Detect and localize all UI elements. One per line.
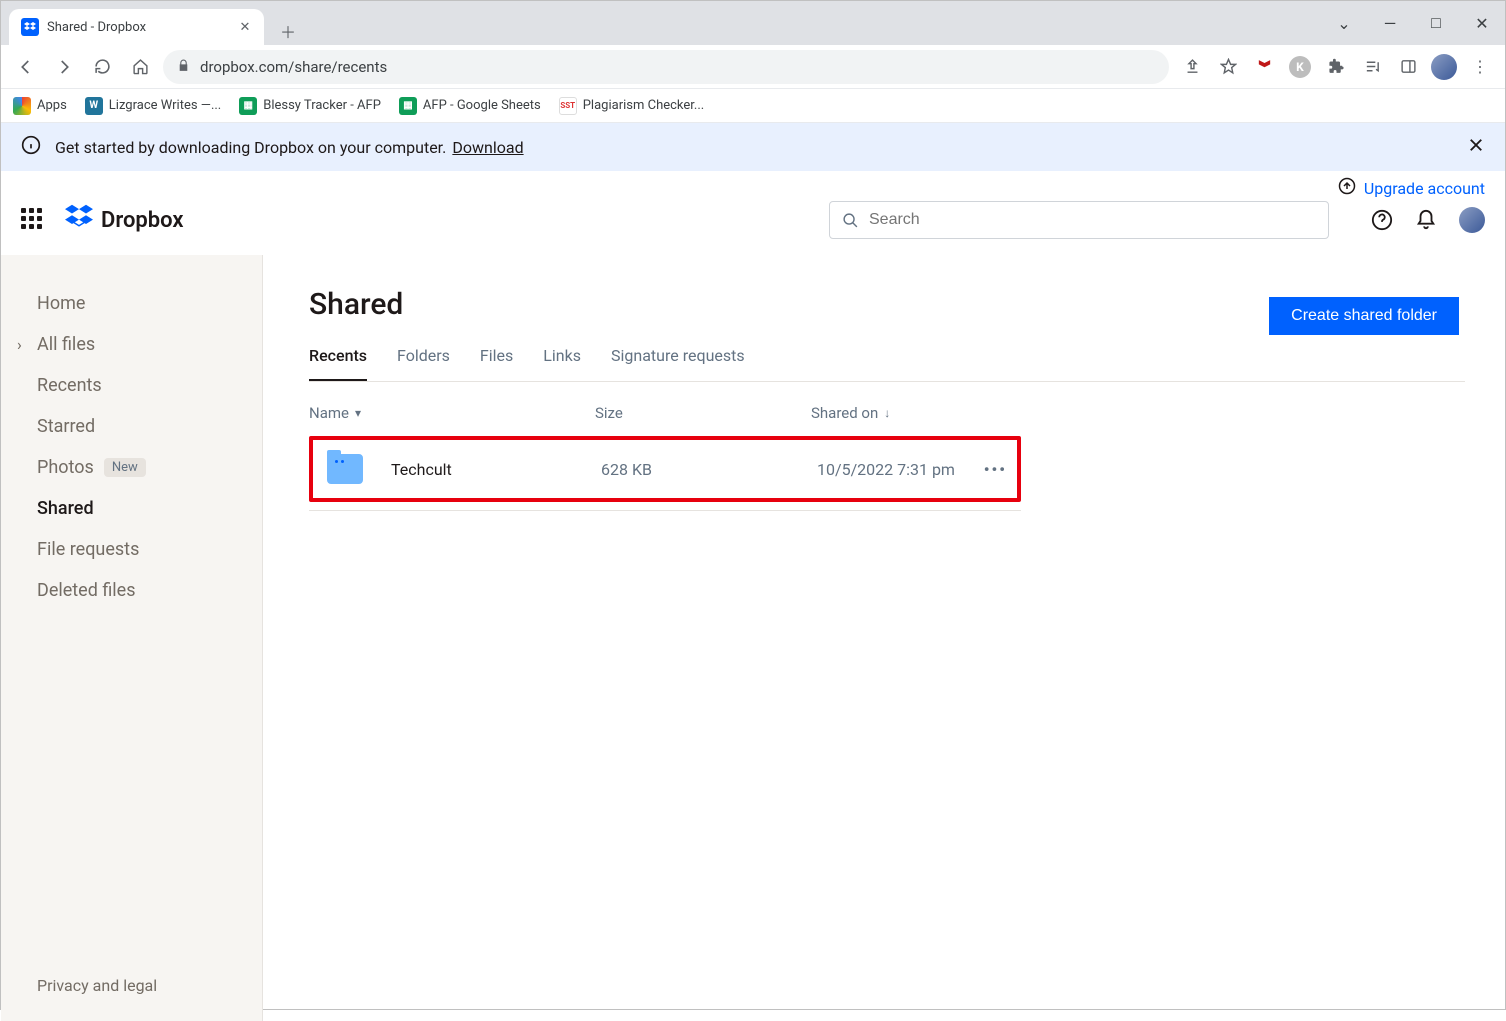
lock-icon (177, 58, 190, 76)
new-tab-button[interactable]: ＋ (274, 17, 302, 45)
close-banner-icon[interactable] (1467, 136, 1485, 158)
tab-signature-requests[interactable]: Signature requests (611, 346, 745, 381)
help-icon[interactable] (1371, 209, 1393, 231)
browser-tab[interactable]: Shared - Dropbox ✕ (9, 9, 264, 45)
upgrade-link[interactable]: Upgrade account (1364, 179, 1485, 198)
privacy-legal-link[interactable]: Privacy and legal (1, 966, 262, 1005)
tab-folders[interactable]: Folders (397, 346, 450, 381)
row-shared-on: 10/5/2022 7:31 pm (817, 460, 1007, 479)
toolbar-actions: K ⋮ (1177, 52, 1495, 82)
home-button[interactable] (125, 52, 155, 82)
sidebar-item-photos[interactable]: PhotosNew (1, 447, 262, 488)
tab-strip: Shared - Dropbox ✕ ＋ (1, 1, 1505, 45)
chevron-down-icon[interactable]: ⌄ (1321, 5, 1367, 41)
search-input[interactable] (869, 211, 1316, 229)
share-icon[interactable] (1177, 52, 1207, 82)
extensions-icon[interactable] (1321, 52, 1351, 82)
bookmark-apps[interactable]: Apps (13, 97, 67, 115)
search-box[interactable] (829, 201, 1329, 239)
app-launcher-icon[interactable] (21, 208, 45, 232)
minimize-button[interactable]: — (1367, 5, 1413, 41)
column-name[interactable]: Name▾ (309, 404, 595, 422)
download-link[interactable]: Download (452, 138, 523, 157)
sort-indicator-icon: ▾ (355, 406, 361, 420)
profile-k-icon[interactable]: K (1285, 52, 1315, 82)
bookmarks-bar: Apps WLizgrace Writes —... ▦Blessy Track… (1, 89, 1505, 123)
bookmark-plagiarism[interactable]: SSTPlagiarism Checker... (559, 97, 704, 115)
sidebar-item-all-files[interactable]: All files (1, 324, 262, 365)
brand-text: Dropbox (101, 208, 184, 233)
tab-files[interactable]: Files (480, 346, 513, 381)
dropbox-mark-icon (65, 203, 93, 237)
download-banner: Get started by downloading Dropbox on yo… (1, 123, 1505, 171)
sidebar-item-deleted-files[interactable]: Deleted files (1, 570, 262, 611)
column-size[interactable]: Size (595, 404, 811, 422)
tab-title: Shared - Dropbox (47, 20, 230, 35)
content-area: Home All files Recents Starred PhotosNew… (1, 255, 1505, 1021)
info-icon (21, 135, 41, 159)
sidebar-item-file-requests[interactable]: File requests (1, 529, 262, 570)
column-shared-on[interactable]: Shared on↓ (811, 404, 1021, 422)
maximize-button[interactable]: □ (1413, 5, 1459, 41)
search-icon (842, 212, 859, 229)
upgrade-row: Upgrade account (1, 171, 1505, 199)
profile-avatar-icon[interactable] (1429, 52, 1459, 82)
bookmark-lizgrace[interactable]: WLizgrace Writes —... (85, 97, 221, 115)
sidebar-item-shared[interactable]: Shared (1, 488, 262, 529)
bookmark-star-icon[interactable] (1213, 52, 1243, 82)
tab-recents[interactable]: Recents (309, 346, 367, 381)
sidebar: Home All files Recents Starred PhotosNew… (1, 255, 263, 1021)
row-separator (309, 510, 1021, 511)
table-row[interactable]: Techcult 628 KB 10/5/2022 7:31 pm ••• (313, 440, 1017, 498)
bookmark-blessy[interactable]: ▦Blessy Tracker - AFP (239, 97, 381, 115)
upgrade-icon (1338, 177, 1356, 199)
table-header: Name▾ Size Shared on↓ (309, 382, 1021, 436)
highlighted-row-frame: Techcult 628 KB 10/5/2022 7:31 pm ••• (309, 436, 1021, 502)
sort-arrow-icon: ↓ (884, 406, 890, 420)
window-controls: ⌄ — □ ✕ (1321, 1, 1505, 45)
tabs: Recents Folders Files Links Signature re… (309, 346, 1465, 382)
browser-toolbar: dropbox.com/share/recents K ⋮ (1, 45, 1505, 89)
forward-button[interactable] (49, 52, 79, 82)
notifications-icon[interactable] (1415, 209, 1437, 231)
close-tab-icon[interactable]: ✕ (238, 20, 252, 34)
banner-text: Get started by downloading Dropbox on yo… (55, 138, 446, 157)
create-shared-folder-button[interactable]: Create shared folder (1269, 297, 1459, 335)
row-size: 628 KB (601, 460, 817, 479)
main-panel: Shared Create shared folder Recents Fold… (263, 255, 1505, 1021)
bookmark-afp[interactable]: ▦AFP - Google Sheets (399, 97, 541, 115)
dropbox-favicon (21, 18, 39, 36)
user-avatar[interactable] (1459, 207, 1485, 233)
reading-list-icon[interactable] (1357, 52, 1387, 82)
sidebar-item-starred[interactable]: Starred (1, 406, 262, 447)
address-bar[interactable]: dropbox.com/share/recents (163, 50, 1169, 84)
chrome-menu-icon[interactable]: ⋮ (1465, 52, 1495, 82)
mcafee-icon[interactable] (1249, 52, 1279, 82)
browser-chrome: ⌄ — □ ✕ Shared - Dropbox ✕ ＋ (1, 1, 1505, 123)
dropbox-logo[interactable]: Dropbox (65, 203, 184, 237)
close-window-button[interactable]: ✕ (1459, 5, 1505, 41)
tab-links[interactable]: Links (543, 346, 581, 381)
app-header: Dropbox (1, 199, 1505, 255)
row-more-icon[interactable]: ••• (984, 460, 1007, 479)
reload-button[interactable] (87, 52, 117, 82)
url-text: dropbox.com/share/recents (200, 58, 387, 76)
shared-folder-icon (327, 454, 363, 484)
side-panel-icon[interactable] (1393, 52, 1423, 82)
row-name: Techcult (391, 460, 601, 479)
header-actions (1371, 207, 1485, 233)
new-badge: New (104, 458, 146, 477)
sidebar-item-home[interactable]: Home (1, 283, 262, 324)
back-button[interactable] (11, 52, 41, 82)
sidebar-item-recents[interactable]: Recents (1, 365, 262, 406)
